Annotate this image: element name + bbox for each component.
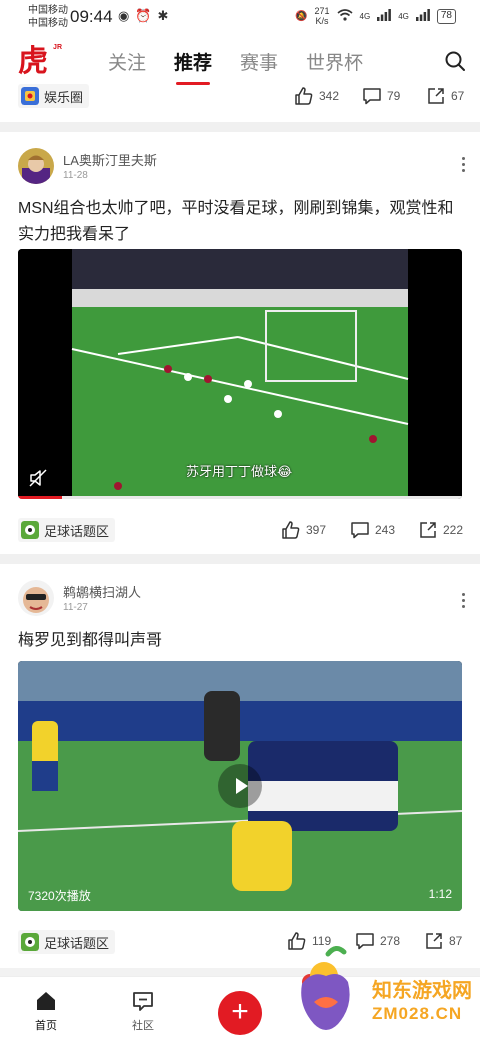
feed-separator	[0, 122, 480, 132]
watermark-title: 知东游戏网	[372, 980, 472, 1002]
comment-button[interactable]: 79	[362, 86, 400, 106]
add-post-button[interactable]: +	[218, 991, 262, 1035]
topic-tag-label: 足球话题区	[44, 935, 110, 951]
wifi-icon	[337, 8, 353, 24]
thumbs-up-icon	[295, 87, 313, 105]
logo-sub: JR	[53, 44, 62, 51]
status-time: 09:44	[70, 7, 113, 26]
feed-separator	[0, 554, 480, 564]
carrier-1: 中国移动	[28, 5, 68, 16]
share-count: 67	[451, 89, 465, 103]
post-text[interactable]: MSN组合也太帅了吧，平时没看足球，刚刷到锦集，观赏性和实力把我看呆了	[18, 196, 462, 248]
signal-label-1: 4G	[359, 11, 371, 21]
status-left-icons: ◉ ⏰ ✱	[118, 8, 168, 24]
search-icon[interactable]	[444, 50, 466, 72]
video-caption: 苏牙用丁丁做球😂	[186, 464, 293, 479]
signal-label-2: 4G	[398, 11, 409, 21]
top-navigation: 虎扑 JR 关注 推荐 赛事 世界杯	[0, 36, 480, 119]
bluetooth-icon: ✱	[157, 8, 169, 23]
comment-icon	[351, 522, 369, 539]
net-speed-value: 271	[314, 6, 330, 16]
battery-indicator: 78	[436, 8, 456, 24]
like-count: 342	[319, 89, 340, 103]
watermark-url: ZM028.CN	[372, 1004, 463, 1023]
eye-icon: ◉	[118, 8, 130, 23]
feed-tabs: 关注 推荐 赛事 世界杯	[108, 48, 363, 85]
community-icon	[133, 992, 153, 1011]
video-player[interactable]: 7320次播放 1:12	[18, 661, 462, 911]
share-count: 222	[443, 523, 464, 537]
nav-home[interactable]: 首页	[34, 989, 58, 1033]
comment-count: 243	[375, 523, 396, 537]
more-options-icon[interactable]	[460, 154, 466, 175]
app-logo[interactable]: 虎扑 JR	[18, 42, 62, 119]
share-icon	[428, 88, 444, 104]
play-icon	[236, 778, 248, 794]
share-button[interactable]: 67	[426, 86, 464, 106]
topic-tag-label: 娱乐圈	[44, 89, 84, 105]
nav-community-label: 社区	[132, 1020, 154, 1032]
partial-post-footer: 娱乐圈 342 79 67	[0, 84, 480, 122]
user-avatar-icon	[18, 148, 54, 184]
mute-icon[interactable]	[28, 468, 48, 488]
topic-tag[interactable]: 娱乐圈	[18, 84, 90, 108]
user-avatar-icon	[18, 580, 54, 616]
avatar[interactable]	[18, 148, 54, 184]
feed-post[interactable]: 鹈鹕横扫湖人 11-27 梅罗见到都得叫声哥 7320次播放 1:12 足球话题…	[0, 564, 480, 968]
topic-tag[interactable]: 足球话题区	[18, 518, 116, 542]
site-watermark: 知东游戏网 ZM028.CN	[280, 944, 480, 1040]
entertainment-tag-icon	[21, 87, 39, 105]
comment-count: 79	[387, 89, 401, 103]
author-name[interactable]: 鹈鹕横扫湖人	[63, 582, 141, 601]
status-bar: 中国移动 中国移动 09:44 ◉ ⏰ ✱ 🔕 271 K/s 4G 4G 78	[0, 0, 480, 36]
topic-tag-label: 足球话题区	[44, 523, 110, 539]
like-count: 397	[306, 523, 327, 537]
play-button[interactable]	[218, 764, 262, 808]
like-button[interactable]: 342	[294, 86, 339, 106]
topic-tag[interactable]: 足球话题区	[18, 930, 116, 954]
tab-world-cup[interactable]: 世界杯	[306, 48, 363, 78]
nav-home-label: 首页	[35, 1020, 57, 1032]
carrier-2: 中国移动	[28, 18, 68, 29]
thumbs-up-icon	[282, 521, 300, 539]
alarm-icon: ⏰	[135, 8, 152, 23]
video-progress-fill	[18, 496, 63, 499]
post-date: 11-28	[63, 170, 88, 181]
post-date: 11-27	[63, 602, 88, 613]
post-text[interactable]: 梅罗见到都得叫声哥	[18, 628, 462, 654]
author-name[interactable]: LA奥斯汀里夫斯	[63, 150, 157, 169]
play-count: 7320次播放	[28, 889, 91, 903]
tab-following[interactable]: 关注	[108, 48, 146, 78]
app-screen: 中国移动 中国移动 09:44 ◉ ⏰ ✱ 🔕 271 K/s 4G 4G 78…	[0, 0, 480, 1040]
video-progress-bar[interactable]	[18, 496, 462, 499]
signal-1-icon	[377, 8, 392, 24]
status-right-icons: 🔕 271 K/s 4G 4G 78	[295, 6, 456, 26]
net-speed: 271 K/s	[315, 6, 330, 26]
avatar[interactable]	[18, 580, 54, 616]
signal-2-icon	[415, 8, 430, 24]
video-player[interactable]: 苏牙用丁丁做球😂	[18, 249, 462, 499]
video-frame	[18, 249, 462, 496]
share-button[interactable]: 222	[418, 520, 463, 540]
comment-icon	[363, 88, 381, 105]
share-icon	[420, 522, 436, 538]
carrier-info: 中国移动 中国移动	[28, 4, 68, 30]
like-button[interactable]: 397	[281, 520, 326, 540]
football-tag-icon	[21, 933, 39, 951]
home-icon	[37, 992, 55, 1010]
nav-community[interactable]: 社区	[131, 989, 155, 1033]
mute-bell-icon: 🔕	[295, 10, 308, 22]
video-duration: 1:12	[428, 887, 452, 901]
comment-button[interactable]: 243	[350, 520, 395, 540]
tab-matches[interactable]: 赛事	[240, 48, 278, 78]
tab-recommended[interactable]: 推荐	[174, 48, 212, 85]
more-options-icon[interactable]	[460, 590, 466, 611]
net-speed-unit: K/s	[315, 16, 329, 26]
football-tag-icon	[21, 521, 39, 539]
feed-post[interactable]: LA奥斯汀里夫斯 11-28 MSN组合也太帅了吧，平时没看足球，刚刷到锦集，观…	[0, 132, 480, 554]
